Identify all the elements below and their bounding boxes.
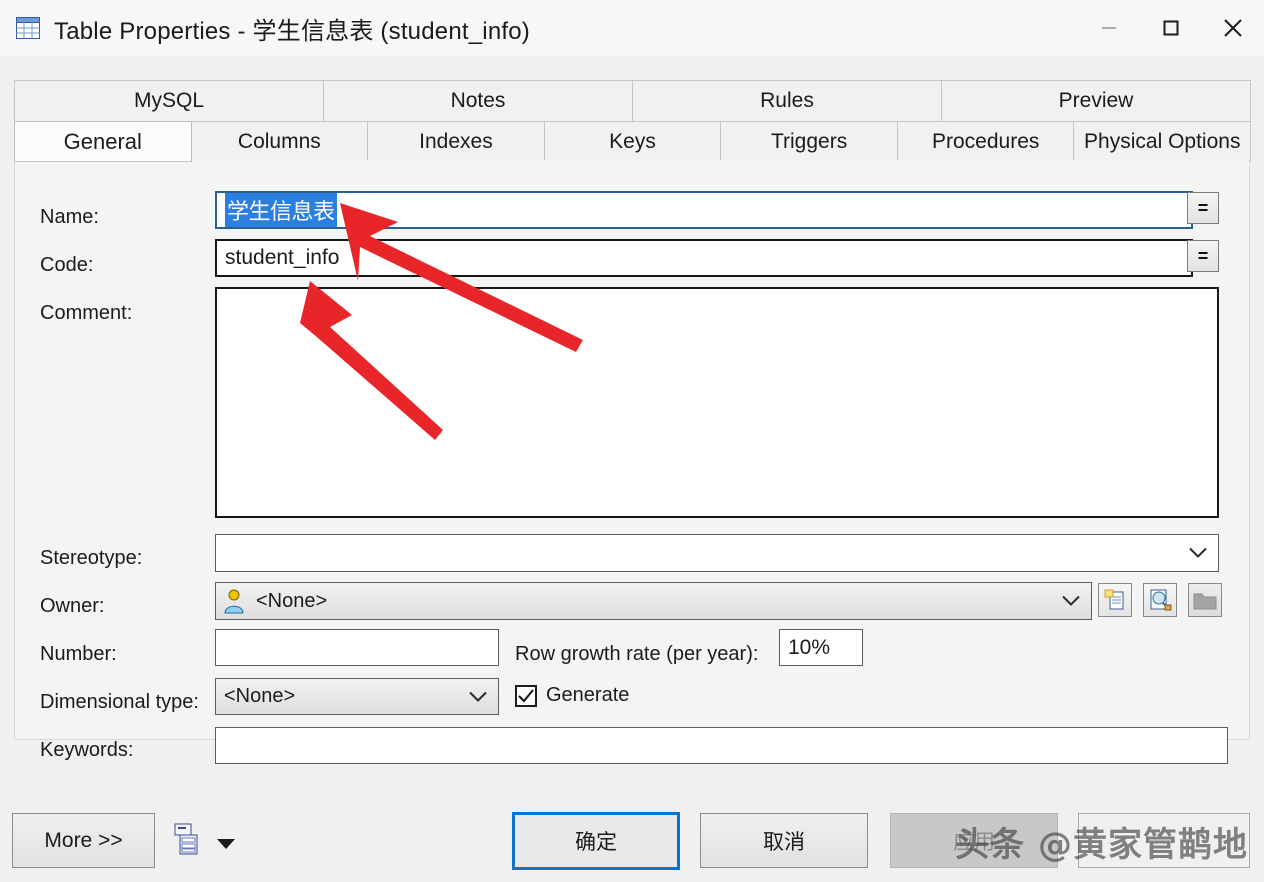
tab-label: General xyxy=(63,128,142,154)
comment-label: Comment: xyxy=(40,302,133,324)
owner-combobox[interactable]: <None> xyxy=(215,582,1092,620)
dimensional-type-combobox[interactable]: <None> xyxy=(215,678,499,715)
owner-label: Owner: xyxy=(40,595,105,617)
keywords-label: Keywords: xyxy=(40,739,134,761)
title-bar: Table Properties - 学生信息表 (student_info) xyxy=(0,0,1264,56)
code-label: Code: xyxy=(40,254,94,276)
tab-label: Preview xyxy=(1058,89,1134,112)
row-growth-rate-input[interactable]: 10% xyxy=(779,629,863,666)
generate-label: Generate xyxy=(546,684,630,706)
checkmark-icon xyxy=(515,684,537,707)
watermark: 头条 @黄家管鹋地 xyxy=(955,825,1248,865)
code-equals-button[interactable]: = xyxy=(1187,240,1219,272)
user-icon xyxy=(222,588,246,614)
tab-label: Procedures xyxy=(931,129,1040,153)
table-properties-dialog: MySQL Notes Rules Preview General Column… xyxy=(0,56,1264,882)
tab-label: Physical Options xyxy=(1084,129,1241,153)
row-growth-rate-label: Row growth rate (per year): xyxy=(515,643,759,665)
comment-textarea[interactable] xyxy=(215,287,1219,518)
tab-label: Notes xyxy=(450,89,506,112)
tab-label: Rules xyxy=(760,89,814,112)
tab-label: Columns xyxy=(237,129,321,153)
code-input[interactable]: student_info xyxy=(215,239,1193,277)
tab-rules[interactable]: Rules xyxy=(632,80,942,121)
generate-checkbox[interactable]: Generate xyxy=(515,684,629,707)
tab-label: Triggers xyxy=(770,129,848,153)
code-input-value: student_info xyxy=(225,246,340,269)
name-input-value: 学生信息表 xyxy=(225,193,337,227)
dimensional-type-value: <None> xyxy=(224,685,296,707)
select-object-button[interactable] xyxy=(1188,583,1222,617)
tab-strip: MySQL Notes Rules Preview General Column… xyxy=(14,80,1252,162)
name-input[interactable]: 学生信息表 xyxy=(215,191,1193,229)
chevron-down-icon xyxy=(1061,590,1081,613)
tab-notes[interactable]: Notes xyxy=(323,80,633,121)
ok-button[interactable]: 确定 xyxy=(512,812,680,870)
object-properties-button[interactable] xyxy=(1143,583,1177,617)
cancel-button[interactable]: 取消 xyxy=(700,813,868,868)
tab-keys[interactable]: Keys xyxy=(543,121,722,162)
dimensional-type-label: Dimensional type: xyxy=(40,691,199,713)
number-label: Number: xyxy=(40,643,117,665)
report-list-icon[interactable] xyxy=(172,823,202,857)
tab-procedures[interactable]: Procedures xyxy=(896,121,1075,162)
tab-general[interactable]: General xyxy=(14,121,192,162)
window-title: Table Properties - 学生信息表 (student_info) xyxy=(54,17,530,45)
stereotype-label: Stereotype: xyxy=(40,547,143,569)
row-growth-rate-value: 10% xyxy=(788,635,831,659)
more-button[interactable]: More >> xyxy=(12,813,155,868)
chevron-down-icon xyxy=(1188,542,1208,565)
report-dropdown-caret-down-icon[interactable] xyxy=(215,836,237,855)
stereotype-combobox[interactable] xyxy=(215,534,1219,572)
tab-triggers[interactable]: Triggers xyxy=(720,121,898,162)
tab-label: Indexes xyxy=(419,129,493,153)
tab-row-primary: General Columns Indexes Keys Triggers Pr… xyxy=(14,121,1252,162)
table-grid-icon xyxy=(16,17,40,39)
name-equals-button[interactable]: = xyxy=(1187,192,1219,224)
name-label: Name: xyxy=(40,206,99,228)
tab-physical-options[interactable]: Physical Options xyxy=(1073,121,1252,162)
tab-preview[interactable]: Preview xyxy=(941,80,1251,121)
general-tab-panel: Name: 学生信息表 = Code: student_info = Comme… xyxy=(14,160,1250,764)
create-object-button[interactable] xyxy=(1098,583,1132,617)
close-button[interactable] xyxy=(1202,0,1264,56)
tab-mysql[interactable]: MySQL xyxy=(14,80,324,121)
owner-value: <None> xyxy=(256,589,328,612)
tab-row-secondary: MySQL Notes Rules Preview xyxy=(14,80,1251,121)
tab-indexes[interactable]: Indexes xyxy=(367,121,545,162)
tab-label: Keys xyxy=(609,129,656,153)
tab-columns[interactable]: Columns xyxy=(190,121,369,162)
chevron-down-icon xyxy=(468,685,488,708)
maximize-button[interactable] xyxy=(1140,0,1202,56)
minimize-button[interactable] xyxy=(1078,0,1140,56)
number-input[interactable] xyxy=(215,629,499,666)
window-controls xyxy=(1078,0,1264,56)
tab-label: MySQL xyxy=(133,89,204,112)
keywords-input[interactable] xyxy=(215,727,1228,764)
